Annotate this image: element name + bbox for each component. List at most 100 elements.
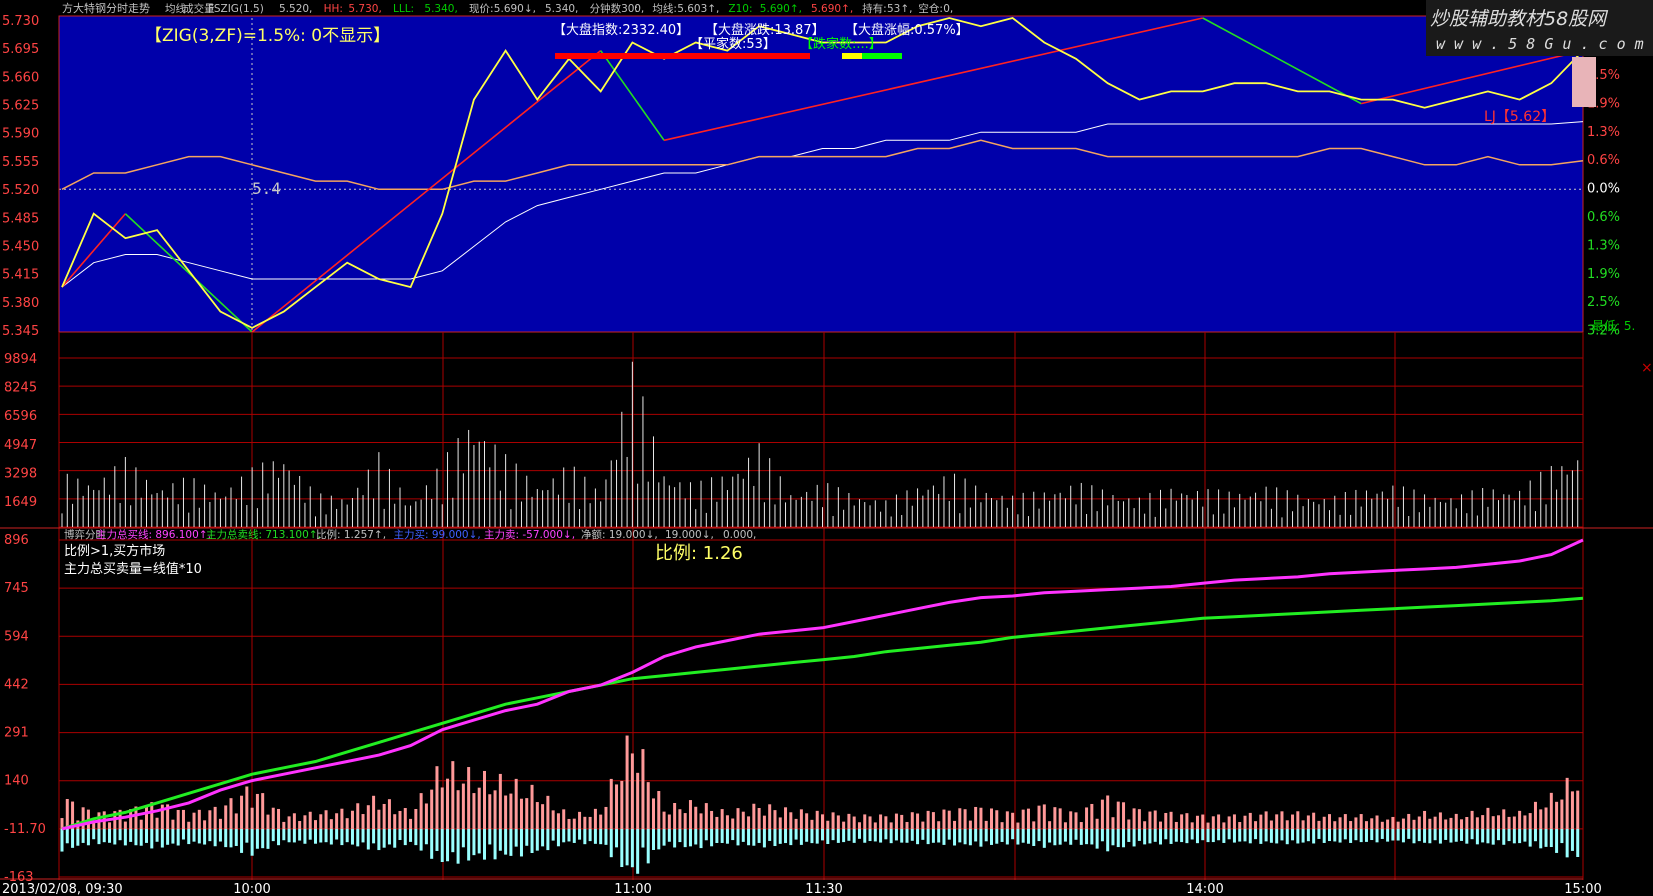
net-buy-bar [1122,802,1126,829]
net-sell-bar [1032,828,1036,846]
net-sell-bar [1555,828,1559,853]
net-sell-bar [446,828,450,862]
net-buy-bar [731,818,735,829]
net-sell-bar [889,828,893,844]
net-buy-bar [372,795,376,829]
net-buy-bar [1438,812,1442,829]
net-buy-bar [937,821,941,829]
net-sell-bar [356,828,360,847]
net-sell-bar [1533,828,1537,842]
net-sell-bar [974,828,978,842]
net-sell-bar [319,828,323,843]
net-buy-bar [805,813,809,829]
ratio-y-ticks: 896745594442291140-11.70-163 [4,533,46,885]
net-sell-bar [393,828,397,848]
net-sell-bar [747,828,751,846]
ratio-note-1: 比例>1,买方市场 [64,543,165,559]
net-sell-bar [1217,828,1221,841]
net-buy-bar [931,812,935,829]
net-sell-bar [261,828,265,849]
net-sell-bar [1301,828,1305,843]
net-buy-bar [757,808,761,829]
net-sell-bar [166,828,170,845]
net-buy-bar [984,820,988,829]
net-sell-bar [340,828,344,846]
net-buy-bar [319,814,323,829]
net-sell-bar [1407,828,1411,839]
net-sell-bar [176,828,180,846]
net-buy-bar [1254,821,1258,829]
net-sell-bar [694,828,698,845]
net-sell-bar [366,828,370,850]
net-buy-bar [451,761,455,829]
net-buy-bar [810,819,814,829]
net-buy-bar [694,806,698,829]
net-buy-bar [974,806,978,829]
net-sell-bar [1106,828,1110,852]
net-buy-bar [1037,805,1041,829]
net-buy-bar [625,735,629,829]
net-buy-bar [139,819,143,829]
net-sell-bar [609,828,613,858]
net-sell-bar [1438,828,1442,844]
net-buy-bar [1005,811,1009,829]
net-sell-bar [578,828,582,840]
ratio-header: 博弈分时主力总买线: 896.100↑,主力总卖线: 713.100↑,比例: … [64,528,756,541]
net-buy-bar [65,799,69,829]
net-buy-bar [308,811,312,829]
net-sell-bar [1254,828,1258,840]
net-buy-bar [250,807,254,829]
net-buy-bar [541,804,545,829]
net-sell-bar [757,828,761,843]
net-buy-bar [1549,792,1553,829]
net-buy-bar [424,803,428,829]
net-buy-bar [1174,821,1178,829]
net-sell-bar [1502,828,1506,845]
net-sell-bar [277,828,281,846]
net-sell-bar [1069,828,1073,845]
net-buy-bar [953,820,957,829]
net-buy-bar [277,808,281,829]
net-buy-bar [636,772,640,829]
net-buy-bar [1180,814,1184,829]
index-pct: 【大盘涨幅:0.57%】 [845,22,969,38]
net-buy-bar [556,813,560,829]
net-buy-bar [1264,811,1268,829]
net-sell-bar [1048,828,1052,843]
net-buy-bar [292,813,296,829]
net-buy-bar [181,809,185,829]
net-sell-bar [551,828,555,841]
net-sell-bar [314,828,317,844]
ratio-header-item: 比例: 1.257↑, [316,528,386,541]
net-buy-bar [1407,813,1411,829]
net-buy-bar [1444,819,1448,829]
net-buy-bar [356,803,360,829]
net-buy-bar [879,814,883,829]
ratio-header-item: 主力总买线: 896.100↑, [96,528,211,541]
net-sell-bar [968,828,972,846]
net-buy-bar [588,816,592,829]
net-sell-bar [514,828,518,847]
net-sell-bar [852,828,856,843]
close-icon[interactable]: × [1641,360,1653,376]
net-sell-bar [736,828,740,846]
net-buy-bar [1143,821,1147,829]
time-label: 11:00 [614,882,651,896]
net-buy-bar [303,815,307,829]
net-buy-bar [826,820,830,829]
price-tick: 5.730 [2,14,39,29]
net-sell-bar [1174,828,1178,842]
net-sell-bar [847,828,851,841]
net-buy-bar [477,787,481,829]
net-sell-bar [298,828,302,841]
net-sell-bar [324,828,328,843]
net-buy-bar [768,804,772,829]
net-sell-bar [1264,828,1268,842]
net-sell-bar [1428,828,1432,844]
net-buy-bar [630,753,634,829]
watermark-line1: 炒股辅助教材58股网 [1430,8,1609,30]
net-sell-bar [123,828,127,846]
header-item: 0, [634,3,644,15]
net-sell-bar [1159,828,1162,845]
net-buy-bar [446,778,450,829]
